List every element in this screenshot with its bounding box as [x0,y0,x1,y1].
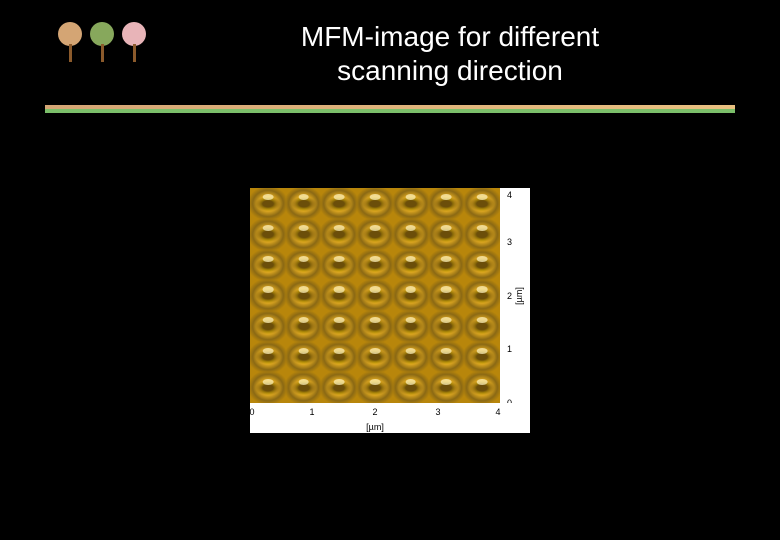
mfm-image-area [250,188,500,403]
mfm-dot-grid [250,188,500,403]
y-tick: 1 [507,344,512,354]
title-line-1: MFM-image for different [301,21,599,52]
y-tick: 2 [507,291,512,301]
slide-title: MFM-image for different scanning directi… [180,20,720,87]
tree-icon [55,22,85,62]
slide-content: 0 1 2 3 4 [µm] 0 1 2 3 4 [µm] [0,188,780,433]
trees-logo [55,22,149,62]
header-divider [45,105,735,113]
y-axis: 0 1 2 3 4 [µm] [500,188,530,403]
tree-icon [119,22,149,62]
mfm-figure: 0 1 2 3 4 [µm] 0 1 2 3 4 [µm] [250,188,530,433]
x-tick: 4 [495,407,500,417]
title-line-2: scanning direction [337,55,563,86]
x-tick: 0 [249,407,254,417]
y-axis-label: [µm] [514,287,524,305]
x-tick: 1 [309,407,314,417]
tree-icon [87,22,117,62]
x-tick: 3 [435,407,440,417]
x-tick: 2 [372,407,377,417]
slide-header: MFM-image for different scanning directi… [0,0,780,113]
x-axis-label: [µm] [366,422,384,432]
y-tick: 3 [507,237,512,247]
x-axis: 0 1 2 3 4 [µm] [250,403,530,433]
y-tick: 4 [507,190,512,200]
